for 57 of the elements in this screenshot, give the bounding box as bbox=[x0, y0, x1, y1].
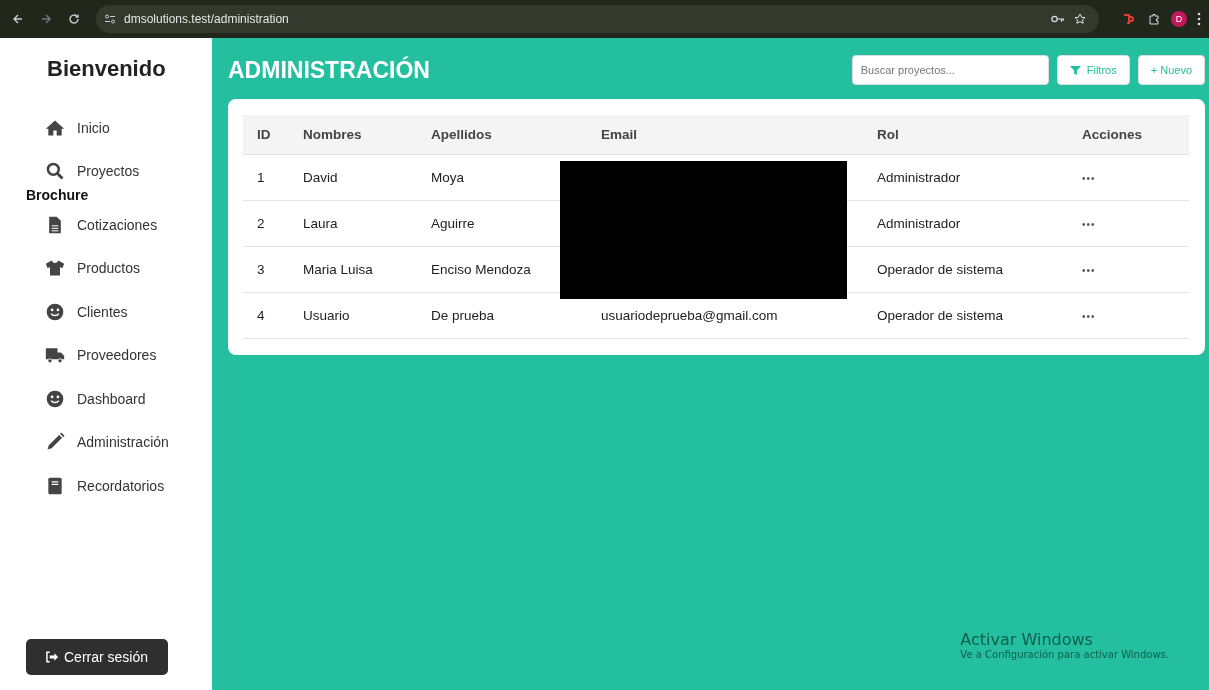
forward-icon[interactable] bbox=[40, 13, 52, 25]
star-icon[interactable] bbox=[1073, 13, 1087, 25]
table-cell: David bbox=[289, 154, 417, 201]
url-text: dmsolutions.test/administration bbox=[124, 12, 289, 26]
column-header: Nombres bbox=[289, 115, 417, 155]
table-cell: Administrador bbox=[863, 154, 1068, 201]
section-heading: Brochure bbox=[26, 187, 90, 203]
table-cell: Maria Luisa bbox=[289, 246, 417, 293]
sidebar-item[interactable]: Recordatorios bbox=[26, 464, 212, 508]
table-cell: 3 bbox=[243, 246, 289, 293]
smiley-icon bbox=[45, 388, 65, 409]
table-cell: Laura bbox=[289, 200, 417, 247]
site-settings-icon[interactable] bbox=[104, 13, 116, 25]
table-cell: 1 bbox=[243, 154, 289, 201]
smiley-icon bbox=[45, 301, 65, 322]
sidebar-title: Bienvenido bbox=[47, 56, 167, 82]
table-cell: 2 bbox=[243, 200, 289, 247]
sidebar-item[interactable]: Inicio bbox=[26, 106, 212, 150]
table-cell: Operador de sistema bbox=[863, 246, 1068, 293]
sidebar-item[interactable]: Administración bbox=[26, 420, 212, 464]
column-header: Acciones bbox=[1068, 115, 1189, 155]
activation-notice-title: Activar Windows bbox=[960, 630, 1094, 649]
back-icon[interactable] bbox=[12, 13, 24, 25]
actions-menu[interactable]: ••• bbox=[1082, 173, 1096, 184]
sidebar-item[interactable]: Productos bbox=[26, 246, 212, 290]
menu-icon[interactable] bbox=[1197, 12, 1201, 26]
shirt-icon bbox=[45, 258, 65, 279]
column-header: Apellidos bbox=[417, 115, 587, 155]
sidebar-item[interactable]: Cotizaciones bbox=[26, 203, 212, 247]
column-header: Email bbox=[587, 115, 863, 155]
reload-icon[interactable] bbox=[68, 13, 80, 25]
column-header: Rol bbox=[863, 115, 1068, 155]
profile-avatar[interactable]: D bbox=[1171, 11, 1187, 27]
page-title: ADMINISTRACIÓN bbox=[228, 56, 430, 84]
sign-out-icon bbox=[46, 651, 59, 663]
search-field[interactable]: Buscar proyectos... bbox=[851, 55, 1049, 85]
sidebar-item[interactable]: Dashboard bbox=[26, 377, 212, 421]
funnel-icon bbox=[1069, 64, 1081, 76]
actions-menu[interactable]: ••• bbox=[1082, 311, 1096, 322]
key-icon[interactable] bbox=[1051, 13, 1065, 25]
book-icon bbox=[45, 475, 65, 496]
logout-button[interactable]: Cerrar sesión bbox=[26, 639, 169, 675]
actions-menu[interactable]: ••• bbox=[1082, 219, 1096, 230]
column-header: ID bbox=[243, 115, 289, 155]
puzzle-icon[interactable] bbox=[1147, 13, 1161, 25]
search-icon bbox=[45, 161, 65, 182]
truck-icon bbox=[45, 345, 65, 366]
actions-menu[interactable]: ••• bbox=[1082, 265, 1096, 276]
table-cell: 4 bbox=[243, 292, 289, 339]
table-cell: Usuario bbox=[289, 292, 417, 339]
table-cell: Administrador bbox=[863, 200, 1068, 247]
sidebar-item[interactable]: Clientes bbox=[26, 290, 212, 334]
table-cell: Operador de sistema bbox=[863, 292, 1068, 339]
activation-notice-text: Ve a Configuración para activar Windows. bbox=[960, 649, 1169, 660]
address-bar[interactable]: dmsolutions.test/administration bbox=[96, 5, 1099, 33]
extension-icon[interactable] bbox=[1123, 13, 1137, 25]
sidebar-item[interactable]: Proveedores bbox=[26, 333, 212, 377]
